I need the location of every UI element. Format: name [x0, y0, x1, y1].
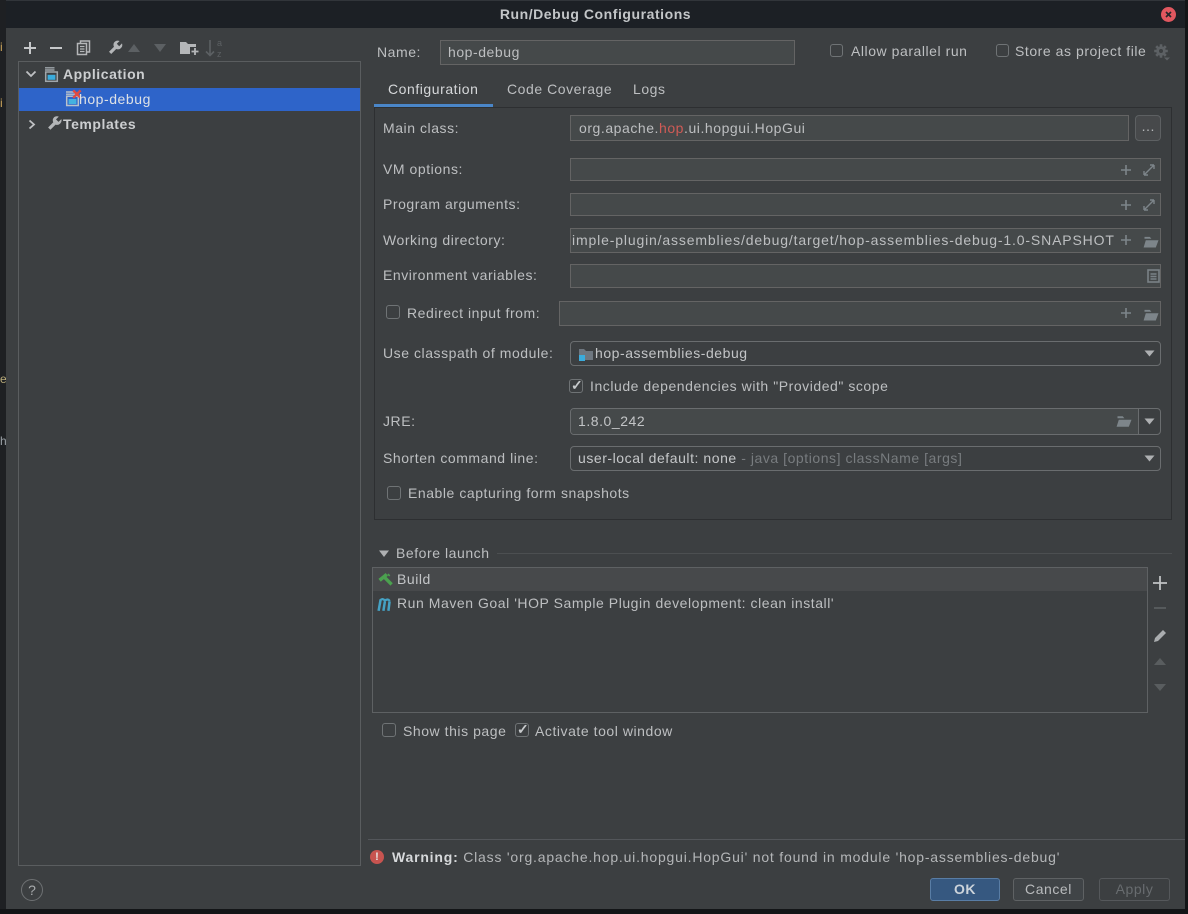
svg-text:a: a — [217, 38, 222, 48]
svg-text:z: z — [217, 49, 222, 59]
